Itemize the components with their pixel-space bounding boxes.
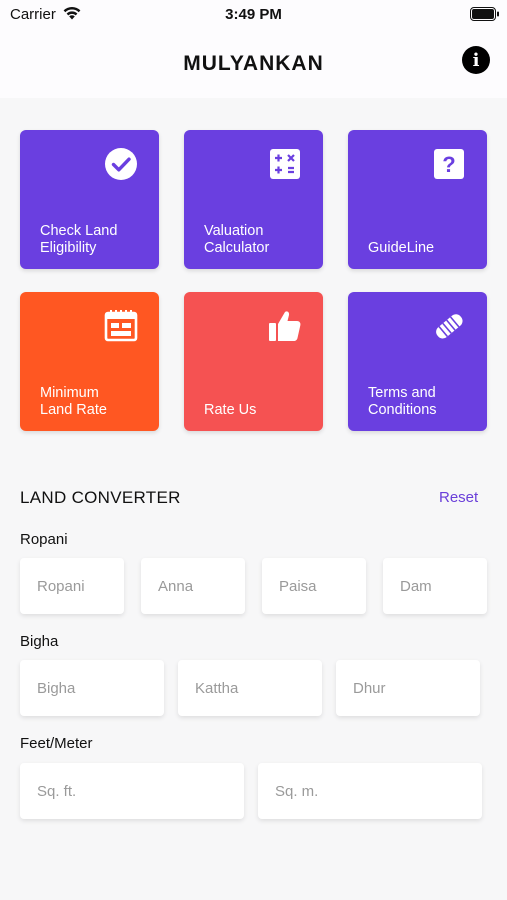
tile-minimum-land-rate[interactable]: Minimum Land Rate <box>20 292 159 431</box>
tile-label: Rate Us <box>204 402 257 418</box>
battery-icon <box>470 7 500 26</box>
anna-input[interactable] <box>141 558 245 614</box>
sq-m-input[interactable] <box>258 763 482 819</box>
calculator-icon <box>267 146 303 182</box>
kattha-input[interactable] <box>178 660 322 716</box>
status-bar: Carrier 3:49 PM <box>0 0 507 28</box>
app-header: MULYANKAN i <box>0 28 507 98</box>
tile-label: Valuation Calculator <box>204 223 270 256</box>
tile-label: Terms and Conditions <box>368 385 437 418</box>
bigha-input[interactable] <box>20 660 164 716</box>
page-title: MULYANKAN <box>183 52 324 75</box>
checkmark-circle-icon <box>103 146 139 182</box>
tile-guideline[interactable]: ? GuideLine <box>348 130 487 269</box>
tile-label: Check Land Eligibility <box>40 223 118 256</box>
dhur-input[interactable] <box>336 660 480 716</box>
paisa-input[interactable] <box>262 558 366 614</box>
feet-meter-label: Feet/Meter <box>20 735 93 752</box>
table-calendar-icon <box>103 308 139 344</box>
dam-input[interactable] <box>383 558 487 614</box>
tile-rate-us[interactable]: Rate Us <box>184 292 323 431</box>
info-icon[interactable]: i <box>462 46 490 74</box>
ropani-label: Ropani <box>20 531 68 548</box>
handshake-icon <box>431 308 467 344</box>
tile-label: GuideLine <box>368 240 435 256</box>
tile-terms-and-conditions[interactable]: Terms and Conditions <box>348 292 487 431</box>
bigha-label: Bigha <box>20 633 59 650</box>
sq-ft-input[interactable] <box>20 763 244 819</box>
svg-text:?: ? <box>442 152 455 177</box>
tile-label: Minimum Land Rate <box>40 385 107 418</box>
ropani-input[interactable] <box>20 558 124 614</box>
clock: 3:49 PM <box>225 6 282 23</box>
tile-check-land-eligibility[interactable]: Check Land Eligibility <box>20 130 159 269</box>
reset-button[interactable]: Reset <box>439 489 478 506</box>
tile-valuation-calculator[interactable]: Valuation Calculator <box>184 130 323 269</box>
thumbs-up-icon <box>267 308 303 344</box>
land-converter-title: LAND CONVERTER <box>20 488 181 507</box>
help-square-icon: ? <box>431 146 467 182</box>
